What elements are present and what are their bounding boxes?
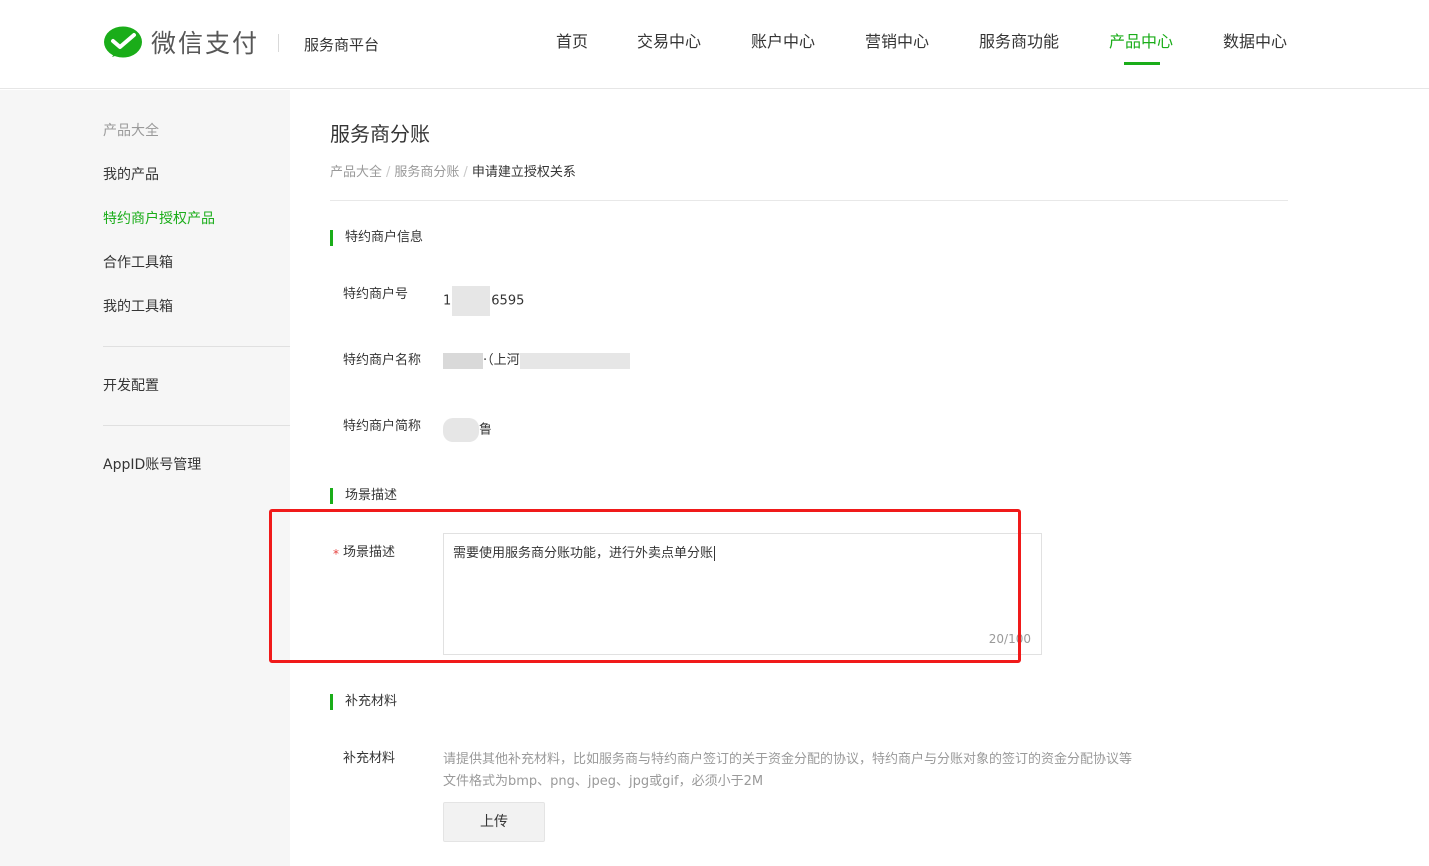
sidebar-divider xyxy=(103,425,290,426)
redaction-blur xyxy=(443,352,483,369)
sidebar-item-appid-management[interactable]: AppID账号管理 xyxy=(103,455,201,475)
file-format-hint: 文件格式为bmp、png、jpeg、jpg或gif，必须小于2M xyxy=(443,774,764,789)
merchant-name-label: 特约商户名称 xyxy=(343,353,422,368)
merchant-short-name-value: 鲁 xyxy=(443,418,492,442)
merchant-id-suffix: 6595 xyxy=(491,293,525,309)
merchant-name-value: ·（上河 xyxy=(443,352,630,370)
section-title-merchant-info: 特约商户信息 xyxy=(330,230,423,246)
nav-marketing-center[interactable]: 营销中心 xyxy=(865,30,929,54)
nav-product-center[interactable]: 产品中心 xyxy=(1109,30,1173,54)
materials-label: 补充材料 xyxy=(343,751,396,766)
content-divider xyxy=(330,200,1288,201)
nav-provider-functions[interactable]: 服务商功能 xyxy=(979,30,1059,54)
merchant-id-label: 特约商户号 xyxy=(343,287,409,302)
sidebar-item-my-toolbox[interactable]: 我的工具箱 xyxy=(103,297,173,317)
merchant-short-name-partial: 鲁 xyxy=(479,422,493,438)
redaction-blur xyxy=(443,418,479,442)
merchant-id-value: 1 6595 xyxy=(443,286,524,316)
nav-trade-center[interactable]: 交易中心 xyxy=(637,30,701,54)
merchant-name-partial: ·（上河 xyxy=(483,353,520,368)
sidebar-item-merchant-auth-products[interactable]: 特约商户授权产品 xyxy=(103,209,215,229)
breadcrumb-provider-split[interactable]: 服务商分账 xyxy=(394,165,459,180)
section-title-materials: 补充材料 xyxy=(330,694,397,710)
redaction-blur xyxy=(519,352,630,369)
breadcrumb-current: 申请建立授权关系 xyxy=(471,165,576,180)
sidebar: 产品大全 我的产品 特约商户授权产品 合作工具箱 我的工具箱 开发配置 AppI… xyxy=(0,90,290,866)
sidebar-item-partner-toolbox[interactable]: 合作工具箱 xyxy=(103,253,173,273)
breadcrumb-product-catalog[interactable]: 产品大全 xyxy=(330,165,382,180)
section-title-scene: 场景描述 xyxy=(330,488,397,504)
redaction-blur xyxy=(452,286,491,316)
breadcrumb-separator: / xyxy=(463,165,468,180)
upload-button[interactable]: 上传 xyxy=(443,802,545,842)
top-header: 微信支付 服务商平台 首页 交易中心 账户中心 营销中心 服务商功能 产品中心 … xyxy=(0,0,1429,89)
breadcrumb: 产品大全 / 服务商分账 / 申请建立授权关系 xyxy=(330,164,576,182)
materials-hint: 请提供其他补充材料，比如服务商与特约商户签订的关于资金分配的协议，特约商户与分账… xyxy=(443,752,1133,767)
nav-active-indicator xyxy=(1124,62,1160,65)
main-content: 服务商分账 产品大全 / 服务商分账 / 申请建立授权关系 特约商户信息 特约商户号 1… xyxy=(269,90,1429,866)
annotation-highlight-box xyxy=(269,509,1021,663)
merchant-id-prefix: 1 xyxy=(443,293,452,309)
nav-data-center[interactable]: 数据中心 xyxy=(1223,30,1287,54)
sidebar-divider xyxy=(103,346,290,347)
sidebar-group-product-catalog: 产品大全 xyxy=(103,123,159,139)
nav-home[interactable]: 首页 xyxy=(556,30,588,54)
nav-account-center[interactable]: 账户中心 xyxy=(751,30,815,54)
sidebar-item-dev-config[interactable]: 开发配置 xyxy=(103,376,159,396)
merchant-short-name-label: 特约商户简称 xyxy=(343,419,422,434)
sidebar-item-my-products[interactable]: 我的产品 xyxy=(103,165,159,185)
page-title: 服务商分账 xyxy=(330,122,430,146)
main-nav: 首页 交易中心 账户中心 营销中心 服务商功能 产品中心 数据中心 xyxy=(0,30,1429,70)
breadcrumb-separator: / xyxy=(386,165,391,180)
